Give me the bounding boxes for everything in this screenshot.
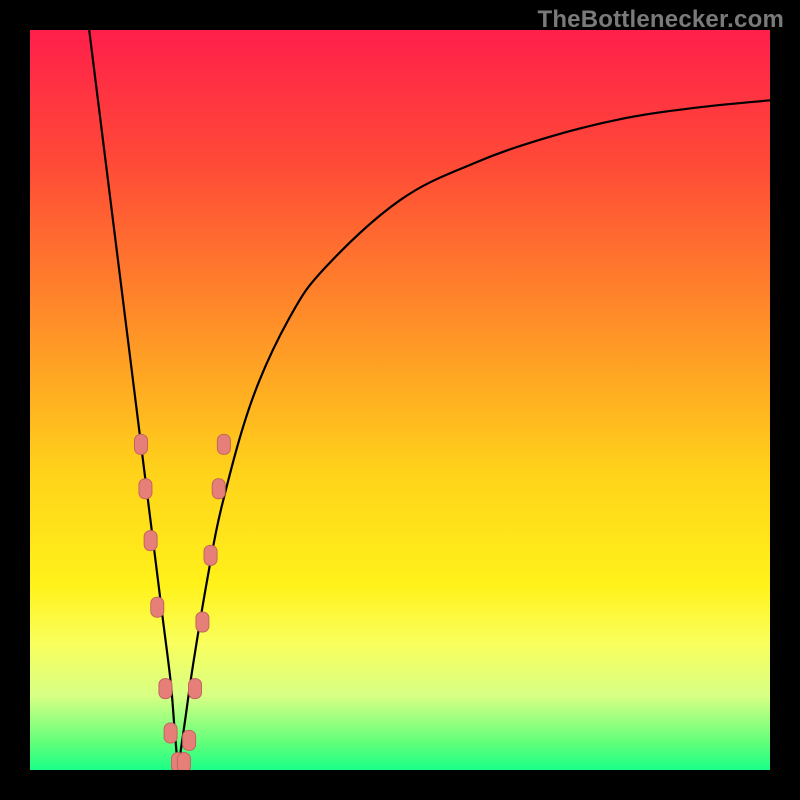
marker-point: [196, 612, 209, 632]
marker-point: [212, 479, 225, 499]
marker-point: [183, 730, 196, 750]
marker-point: [144, 531, 157, 551]
watermark-label: TheBottlenecker.com: [537, 6, 784, 34]
marker-point: [177, 753, 190, 770]
marker-point: [164, 723, 177, 743]
marker-point: [217, 434, 230, 454]
plot-svg: [30, 30, 770, 770]
plot-area: [30, 30, 770, 770]
marker-point: [189, 679, 202, 699]
gradient-background: [30, 30, 770, 770]
marker-point: [151, 597, 164, 617]
chart-root: TheBottlenecker.com: [0, 0, 800, 800]
marker-point: [204, 545, 217, 565]
marker-point: [135, 434, 148, 454]
marker-point: [139, 479, 152, 499]
marker-point: [159, 679, 172, 699]
